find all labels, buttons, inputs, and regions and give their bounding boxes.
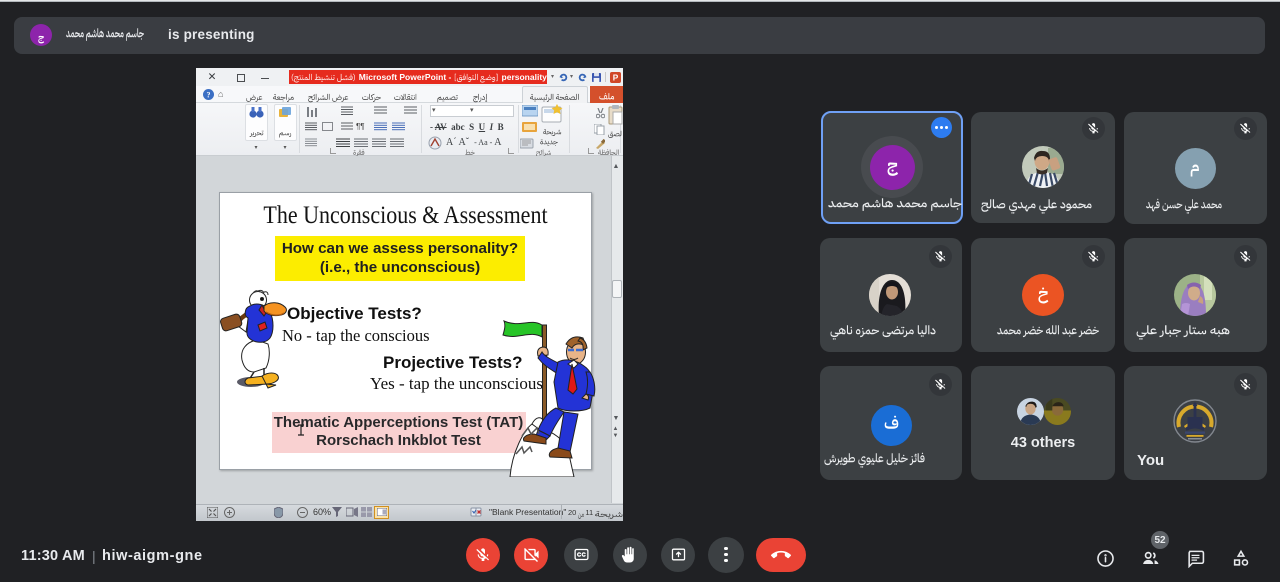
svg-text:?: ? (207, 91, 211, 100)
svg-text:P: P (613, 73, 619, 82)
